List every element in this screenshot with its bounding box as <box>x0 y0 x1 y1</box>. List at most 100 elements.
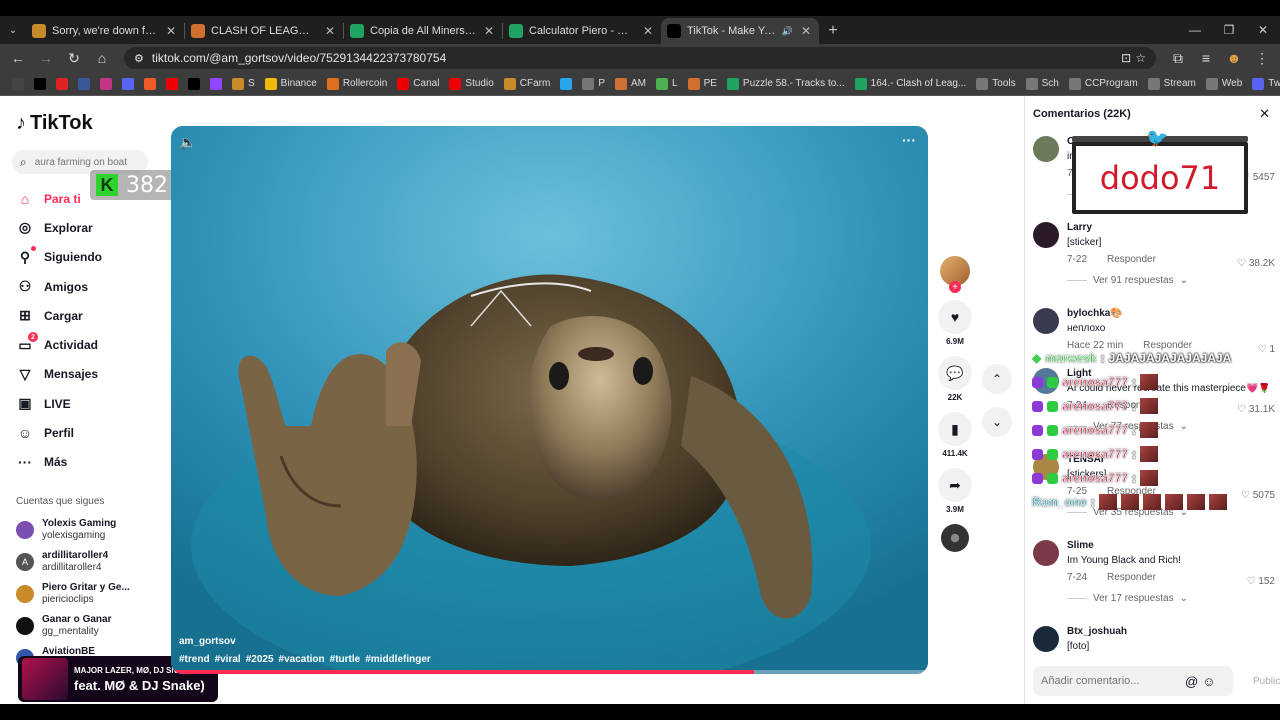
bookmark-item[interactable]: Binance <box>261 77 321 90</box>
next-video-icon[interactable]: ⌄ <box>982 407 1012 437</box>
nav-item-2[interactable]: ⚲ Siguiendo <box>16 243 166 272</box>
share-icon[interactable]: ➦ <box>938 468 972 502</box>
commenter-avatar[interactable] <box>1033 136 1059 162</box>
hashtag-link[interactable]: #2025 <box>246 654 274 665</box>
bookmark-item[interactable]: L <box>652 77 682 90</box>
nav-item-0[interactable]: ⌂ Para ti <box>16 184 166 213</box>
bookmark-item[interactable]: Tw <box>1248 77 1280 90</box>
video-progress-bar[interactable] <box>171 670 928 674</box>
commenter-name[interactable]: Btx_joshuah <box>1067 626 1275 637</box>
tiktok-logo[interactable]: ♪ TikTok <box>16 112 93 135</box>
following-account[interactable]: Ganar o Ganar gg_mentality <box>16 610 166 642</box>
site-info-icon[interactable]: ⚙ <box>134 52 144 65</box>
browser-tab[interactable]: TikTok - Make Your Day 🔊 ✕ <box>661 18 819 44</box>
nav-item-5[interactable]: ▭ 2 Actividad <box>16 330 166 359</box>
comment-input-box[interactable]: @ ☺ <box>1033 666 1233 696</box>
close-tab-icon[interactable]: ✕ <box>323 24 337 38</box>
reload-icon[interactable]: ↻ <box>62 46 86 70</box>
bookmark-item[interactable]: S <box>228 77 259 90</box>
browser-tab[interactable]: Sorry, we're down for maintenance ✕ <box>26 18 184 44</box>
bookmark-item[interactable]: Rollercoin <box>323 77 391 90</box>
bookmark-item[interactable]: P <box>578 77 609 90</box>
comment-input[interactable] <box>1041 675 1181 687</box>
media-control-icon[interactable]: ≡ <box>1194 46 1218 70</box>
view-replies-button[interactable]: Ver 91 respuestas ⌄ <box>1067 275 1275 286</box>
bookmark-item[interactable] <box>184 77 204 90</box>
nav-item-4[interactable]: ⊞ Cargar <box>16 301 166 330</box>
close-comments-icon[interactable]: ✕ <box>1259 106 1270 122</box>
commenter-avatar[interactable] <box>1033 626 1059 652</box>
reply-button[interactable]: Responder <box>1107 254 1156 265</box>
bookmark-item[interactable]: CCProgram <box>1065 77 1142 90</box>
bookmark-star-icon[interactable]: ☆ <box>1135 51 1146 65</box>
bookmark-item[interactable]: Stream <box>1144 77 1200 90</box>
bookmark-item[interactable]: Canal <box>393 77 443 90</box>
bookmark-item[interactable] <box>206 77 226 90</box>
nav-item-7[interactable]: ▣ LIVE <box>16 389 166 418</box>
close-tab-icon[interactable]: ✕ <box>799 24 813 38</box>
nav-item-6[interactable]: ▽ Mensajes <box>16 360 166 389</box>
hashtag-link[interactable]: #viral <box>215 654 241 665</box>
music-disc-icon[interactable] <box>941 524 969 552</box>
hashtag-link[interactable]: #trend <box>179 654 210 665</box>
bookmark-item[interactable] <box>96 77 116 90</box>
emoji-icon[interactable]: ☺ <box>1202 674 1215 689</box>
bookmark-item[interactable]: Studio <box>445 77 497 90</box>
bookmark-icon[interactable]: ▮ <box>938 412 972 446</box>
comment-icon[interactable]: 💬 <box>938 356 972 390</box>
bookmark-item[interactable]: PE <box>684 77 721 90</box>
install-app-icon[interactable]: ⊡ <box>1121 51 1131 65</box>
browser-tab[interactable]: Calculator Piero - Hojas de cálc ✕ <box>503 18 661 44</box>
address-bar[interactable]: ⚙ tiktok.com/@am_gortsov/video/752913442… <box>124 47 1156 69</box>
menu-icon[interactable]: ⋮ <box>1250 46 1274 70</box>
following-account[interactable]: Piero Gritar y Ge... piericioclips <box>16 578 166 610</box>
following-account[interactable]: Aardillitaroller4 ardillitaroller4 <box>16 546 166 578</box>
hashtag-link[interactable]: #vacation <box>279 654 325 665</box>
tab-search-icon[interactable]: ⌄ <box>0 16 26 44</box>
search-input[interactable] <box>34 156 135 168</box>
profile-icon[interactable]: ☻ <box>1222 46 1246 70</box>
hashtag-link[interactable]: #middlefinger <box>365 654 431 665</box>
bookmark-item[interactable]: AM <box>611 77 650 90</box>
bookmark-item[interactable] <box>30 77 50 90</box>
bookmark-item[interactable]: 164.- Clash of Leag... <box>851 77 971 90</box>
minimize-icon[interactable]: — <box>1178 23 1212 37</box>
bookmark-item[interactable] <box>118 77 138 90</box>
back-icon[interactable]: ← <box>6 46 30 70</box>
bookmark-item[interactable] <box>52 77 72 90</box>
more-options-icon[interactable]: ··· <box>902 132 916 148</box>
commenter-name[interactable]: bylochka🎨 <box>1067 308 1275 319</box>
home-icon[interactable]: ⌂ <box>90 46 114 70</box>
mention-icon[interactable]: @ <box>1185 674 1198 689</box>
comment-like-button[interactable]: ♡ 152 <box>1247 576 1275 587</box>
browser-tab[interactable]: Copia de All Miners Merges by ✕ <box>344 18 502 44</box>
bookmark-item[interactable]: Puzzle 58.- Tracks to... <box>723 77 849 90</box>
follow-plus-icon[interactable]: + <box>949 281 961 293</box>
comment-like-button[interactable]: ♡ 38.2K <box>1237 258 1275 269</box>
creator-avatar[interactable]: + <box>940 256 970 293</box>
close-tab-icon[interactable]: ✕ <box>164 24 178 38</box>
bookmark-item[interactable] <box>556 77 576 90</box>
nav-item-8[interactable]: ☺ Perfil <box>16 418 166 447</box>
nav-item-3[interactable]: ⚇ Amigos <box>16 272 166 301</box>
bookmark-item[interactable] <box>74 77 94 90</box>
bookmark-item[interactable] <box>162 77 182 90</box>
bookmark-item[interactable]: Web <box>1202 77 1246 90</box>
heart-icon[interactable]: ♥ <box>938 300 972 334</box>
restore-icon[interactable]: ❐ <box>1212 23 1246 37</box>
commenter-avatar[interactable] <box>1033 222 1059 248</box>
nav-item-9[interactable]: ··· Más <box>16 448 166 477</box>
hashtag-link[interactable]: #turtle <box>330 654 361 665</box>
speaker-icon[interactable]: 🔊 <box>782 26 793 37</box>
commenter-name[interactable]: Larry <box>1067 222 1275 233</box>
forward-icon[interactable]: → <box>34 46 58 70</box>
extensions-icon[interactable]: ⧉ <box>1166 46 1190 70</box>
close-window-icon[interactable]: ✕ <box>1246 23 1280 37</box>
bookmark-item[interactable]: Sch <box>1022 77 1063 90</box>
commenter-avatar[interactable] <box>1033 540 1059 566</box>
close-tab-icon[interactable]: ✕ <box>482 24 496 38</box>
commenter-name[interactable]: Slime <box>1067 540 1275 551</box>
following-account[interactable]: Yolexis Gaming yolexisgaming <box>16 514 166 546</box>
previous-video-icon[interactable]: ⌃ <box>982 364 1012 394</box>
video-player[interactable]: 🔈 ··· am_gortsov #trend #viral #2025 #vacat… <box>171 126 928 674</box>
